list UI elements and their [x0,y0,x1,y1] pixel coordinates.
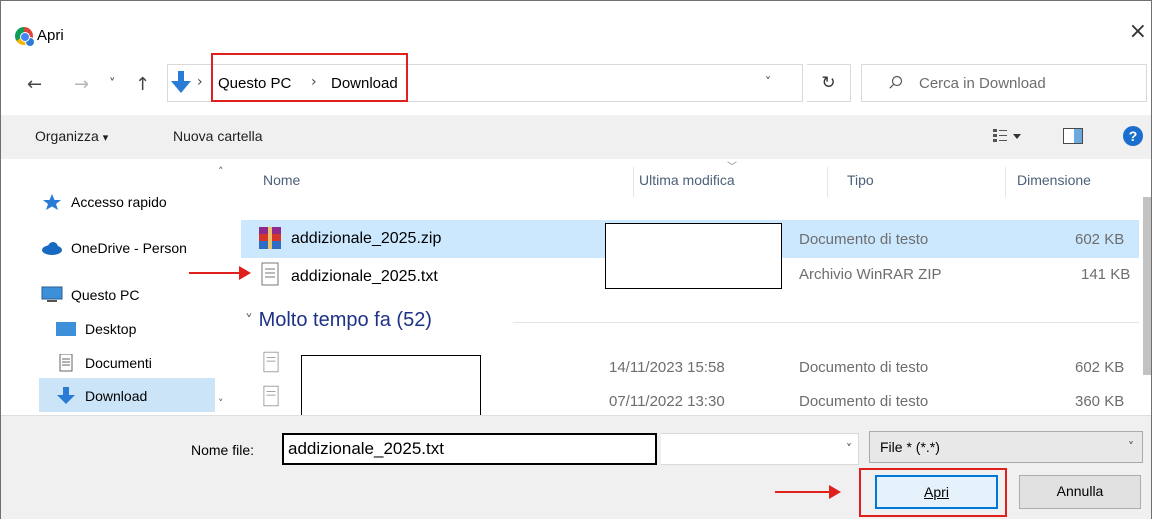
filter-value: File * (*.*) [880,439,940,455]
column-header-type[interactable]: Tipo [847,172,874,188]
chrome-app-icon [15,27,35,47]
up-folder-button[interactable]: ↑ [135,75,150,95]
recent-locations-button[interactable]: ˅ [109,75,116,95]
annotation-box-breadcrumb [211,53,408,102]
sidebar-item-label: Download [85,388,148,404]
file-size: 602 KB [1075,359,1125,376]
scrollbar-thumb[interactable] [1143,197,1151,375]
file-modified: 07/11/2022 13:30 [609,393,725,410]
sidebar-scroll-down-icon[interactable]: ˅ [218,397,224,410]
address-dropdown-icon[interactable]: ˅ [765,75,771,89]
file-size: 360 KB [1075,393,1125,410]
chevron-down-icon: ˅ [1128,440,1134,454]
search-icon [889,75,903,89]
file-size: 602 KB [1075,231,1125,248]
chevron-down-icon: ˅ [245,311,253,330]
redaction-box [605,223,782,289]
sidebar-item-label: Questo PC [71,287,140,303]
filename-dropdown[interactable]: ˅ [661,433,859,465]
window-title: Apri [37,27,64,44]
group-divider [513,322,1139,323]
forward-button[interactable]: → [74,75,89,95]
help-icon[interactable]: ? [1123,126,1143,146]
annotation-arrow [775,485,841,499]
organize-label: Organizza [35,128,99,144]
cancel-button[interactable]: Annulla [1019,475,1141,509]
cloud-icon [42,242,62,255]
filename-label: Nome file: [191,442,255,458]
file-list-scrollbar[interactable] [1141,167,1152,415]
column-divider[interactable] [633,167,634,197]
column-header-modified[interactable]: Ultima modifica [639,172,735,188]
text-file-icon [261,262,279,286]
breadcrumb-separator: › [197,74,203,90]
sort-indicator-icon: ﹀ [727,162,737,173]
file-type: Documento di testo [799,393,929,410]
winrar-icon [259,227,281,249]
text-file-icon [263,385,279,407]
column-divider[interactable] [1005,167,1006,197]
column-header-size[interactable]: Dimensione [1017,172,1091,188]
sidebar-item-label: OneDrive - Person [71,240,187,256]
view-options-icon[interactable] [993,127,1023,145]
group-header[interactable]: ˅ Molto tempo fa (52) [245,309,432,332]
chevron-down-icon: ▾ [102,131,109,144]
text-file-icon [263,351,279,373]
document-icon [59,354,73,372]
filename-input[interactable]: addizionale_2025.txt [282,433,657,465]
star-icon [43,194,61,210]
desktop-icon [56,322,76,336]
new-folder-button[interactable]: Nuova cartella [173,128,263,144]
download-folder-icon [171,71,191,93]
redaction-box [301,355,481,417]
column-header-name[interactable]: Nome [263,172,300,188]
file-size: 141 KB [1081,266,1131,283]
back-button[interactable]: ← [27,75,42,95]
title-bar [1,1,1151,51]
file-modified: 14/11/2023 15:58 [609,359,725,376]
file-type: Documento di testo [799,231,929,248]
file-type: Documento di testo [799,359,929,376]
file-name: addizionale_2025.zip [291,230,442,247]
sidebar-scroll-up-icon[interactable]: ˄ [218,165,224,178]
annotation-arrow [189,266,251,280]
column-divider[interactable] [827,167,828,197]
search-placeholder: Cerca in Download [919,75,1046,92]
open-button-label: Apri [924,484,949,500]
download-icon [57,387,75,404]
file-type: Archivio WinRAR ZIP [799,266,942,283]
group-label: Molto tempo fa (52) [258,309,432,331]
open-button[interactable]: Apri [875,475,998,509]
organize-button[interactable]: Organizza ▾ [35,128,108,144]
open-file-dialog: Apri × ← → ˅ ↑ › Questo PC › Download ˅ … [0,0,1152,519]
close-icon[interactable]: × [1129,21,1147,43]
computer-icon [41,286,63,302]
preview-pane-icon[interactable] [1063,128,1083,144]
sidebar-item-label: Desktop [85,321,137,337]
file-type-filter[interactable]: File * (*.*) ˅ [869,431,1143,463]
sidebar-item-label: Documenti [85,355,152,371]
refresh-button[interactable]: ↻ [807,64,851,102]
chevron-down-icon: ˅ [846,442,852,456]
file-name: addizionale_2025.txt [291,268,438,285]
sidebar-item-label: Accesso rapido [71,194,167,210]
